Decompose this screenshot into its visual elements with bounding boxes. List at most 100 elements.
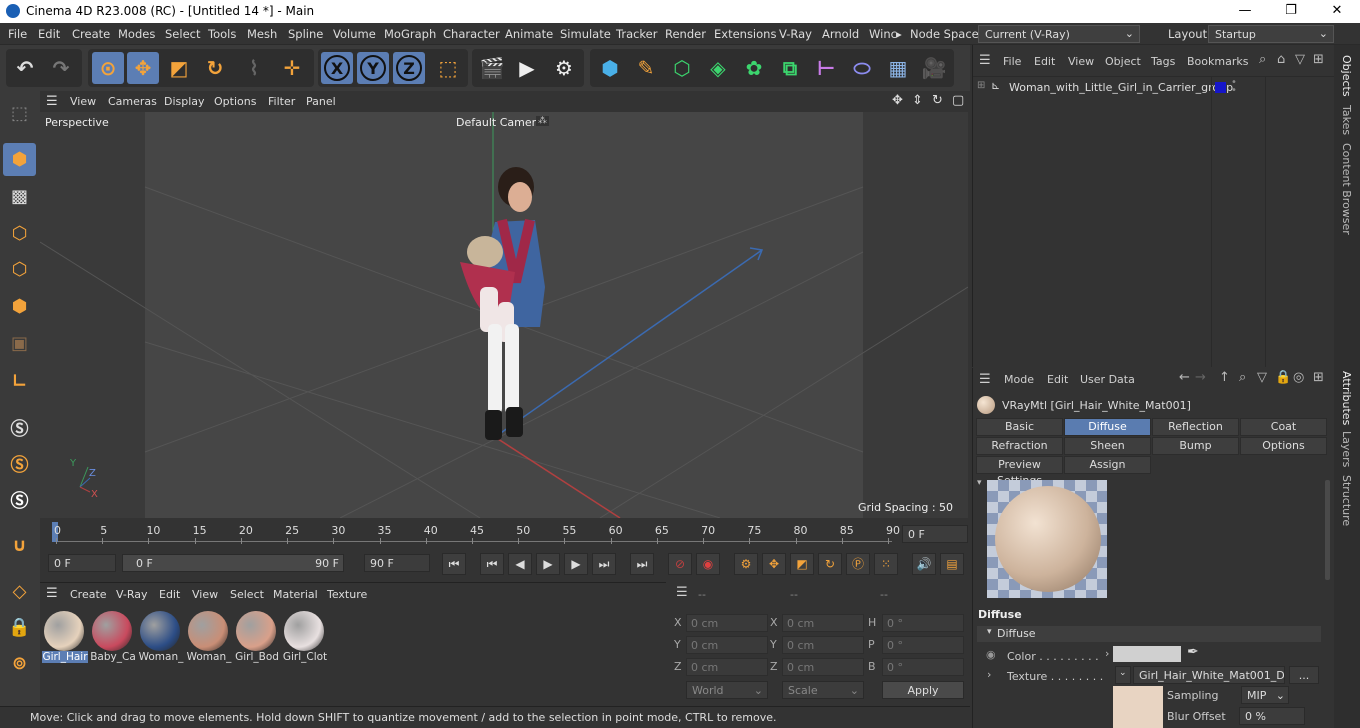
attr-menu-user-data[interactable]: User Data (1080, 373, 1135, 386)
viewport-menu-view[interactable]: View (70, 95, 96, 108)
menu-render[interactable]: Render (665, 27, 706, 41)
menu-select[interactable]: Select (165, 27, 200, 41)
redo-icon[interactable]: ↷ (45, 52, 77, 84)
coord-value-field[interactable]: 0 ° (882, 614, 964, 632)
select-tool-icon[interactable]: ⊙ (92, 52, 124, 84)
z-axis-lock-button[interactable]: Z (393, 52, 425, 84)
menu-mograph[interactable]: MoGraph (384, 27, 436, 41)
material-swatch[interactable]: Girl_Bod (234, 609, 279, 667)
attr-tab-sheen[interactable]: Sheen (1064, 437, 1151, 455)
attr-menu-mode[interactable]: Mode (1004, 373, 1034, 386)
coord-value-field[interactable]: 0 cm (686, 636, 768, 654)
layout-dropdown[interactable]: Startup ⌄ (1208, 25, 1334, 43)
menu-edit[interactable]: Edit (38, 27, 60, 41)
filter-icon[interactable]: ▽ (1257, 370, 1267, 385)
attr-menu-icon[interactable]: ☰ (979, 372, 991, 387)
snap-enable-icon[interactable]: Ⓢ (3, 483, 36, 516)
snap-settings-icon[interactable]: Ⓢ (3, 447, 36, 480)
material-swatch[interactable]: Girl_Clot (282, 609, 327, 667)
render-settings-icon[interactable]: ⚙ (548, 52, 580, 84)
color-keyframe-icon[interactable]: ◉ (986, 648, 996, 661)
new-window-icon[interactable]: ⊞ (1313, 370, 1324, 385)
viewport-menu-panel[interactable]: Panel (306, 95, 336, 108)
viewport-menu-icon[interactable]: ☰ (46, 94, 58, 109)
viewport-menu-options[interactable]: Options (214, 95, 256, 108)
menu-simulate[interactable]: Simulate (560, 27, 611, 41)
array-icon[interactable]: ⧉ (774, 52, 806, 84)
recent-tool-icon[interactable]: ⌇ (238, 52, 270, 84)
coord-mode-dropdown[interactable]: World ⌄ (686, 681, 768, 699)
tab-objects[interactable]: Objects (1340, 55, 1353, 97)
material-menu-view[interactable]: View (192, 588, 218, 601)
object-menu-object[interactable]: Object (1105, 55, 1141, 68)
up-arrow-icon[interactable]: ↑ (1219, 370, 1230, 385)
texture-field[interactable]: Girl_Hair_White_Mat001_Dif (1133, 666, 1285, 684)
play-icon[interactable]: ▶ (536, 553, 560, 575)
expand-icon[interactable]: ⊞ (977, 80, 985, 91)
viewport[interactable]: Perspective Default Camera ⁂ Y Z X Grid … (40, 112, 968, 518)
end-frame-field[interactable]: 90 F (364, 554, 430, 572)
menu-character[interactable]: Character (443, 27, 500, 41)
undo-icon[interactable]: ↶ (9, 52, 41, 84)
material-swatch[interactable]: Woman_ (186, 609, 231, 667)
current-frame-field[interactable]: 0 F (902, 525, 968, 543)
eyedropper-icon[interactable]: ✒ (1187, 644, 1199, 660)
coord-value-field[interactable]: 0 ° (882, 636, 964, 654)
y-axis-lock-button[interactable]: Y (357, 52, 389, 84)
key-rotation-icon[interactable]: ↻ (818, 553, 842, 575)
material-swatch[interactable]: Woman_ (138, 609, 183, 667)
render-view-icon[interactable]: 🎬 (476, 52, 508, 84)
attr-tab-preview-settings[interactable]: Preview Settings (976, 456, 1063, 487)
node-space-dropdown[interactable]: Current (V-Ray) ⌄ (978, 25, 1140, 43)
tab-takes[interactable]: Takes (1340, 105, 1353, 135)
start-frame-field[interactable]: 0 F (48, 554, 116, 572)
make-editable-icon[interactable]: ⬚ (3, 97, 36, 130)
attr-tab-diffuse[interactable]: Diffuse (1064, 418, 1151, 436)
coord-value-field[interactable]: 0 cm (686, 614, 768, 632)
new-window-icon[interactable]: ⊞ (1313, 52, 1324, 67)
material-menu-edit[interactable]: Edit (159, 588, 180, 601)
menu-tools[interactable]: Tools (208, 27, 236, 41)
coord-value-field[interactable]: 0 ° (882, 658, 964, 676)
tab-structure[interactable]: Structure (1340, 475, 1353, 526)
coord-value-field[interactable]: 0 cm (686, 658, 768, 676)
key-parameter-icon[interactable]: Ⓟ (846, 553, 870, 575)
layer-color-swatch[interactable] (1215, 82, 1226, 93)
viewport-menu-filter[interactable]: Filter (268, 95, 295, 108)
back-arrow-icon[interactable]: ← (1179, 370, 1190, 385)
polygons-mode-icon[interactable]: ⬢ (3, 290, 36, 323)
record-keys-icon[interactable]: ⊘ (668, 553, 692, 575)
object-row[interactable]: ⊞ ⊾ Woman_with_Little_Girl_in_Carrier_gr… (973, 77, 1335, 97)
pen-icon[interactable]: ✎ (630, 52, 662, 84)
apply-button[interactable]: Apply (882, 681, 964, 699)
pan-view-icon[interactable]: ✥ (892, 93, 903, 108)
tab-attributes[interactable]: Attributes (1340, 371, 1353, 425)
rotate-view-icon[interactable]: ↻ (932, 93, 943, 108)
color-swatch[interactable] (1113, 646, 1181, 662)
menu-file[interactable]: File (8, 27, 27, 41)
subdivision-icon[interactable]: ⬡ (666, 52, 698, 84)
close-button[interactable]: ✕ (1314, 0, 1360, 23)
rotate-tool-icon[interactable]: ↻ (199, 52, 231, 84)
attr-tab-reflection[interactable]: Reflection (1152, 418, 1239, 436)
texture-expand-icon[interactable]: › (987, 668, 991, 681)
timeline-ruler[interactable]: 0 5 10 15 20 25 30 35 40 45 50 55 60 65 70 75 80 85 90 0 F (40, 518, 968, 548)
menu-create[interactable]: Create (72, 27, 110, 41)
lock-workplane-icon[interactable]: 🔒 (3, 611, 36, 644)
material-menu-material[interactable]: Material (273, 588, 318, 601)
maximize-button[interactable]: ❐ (1268, 0, 1314, 23)
scale-tool-icon[interactable]: ◩ (163, 52, 195, 84)
render-picture-viewer-icon[interactable]: ▶ (511, 52, 543, 84)
cube-icon[interactable]: ⬢ (594, 52, 626, 84)
menu-overflow-icon[interactable]: ▸ (896, 27, 902, 41)
zoom-view-icon[interactable]: ⇕ (912, 93, 923, 108)
key-pla-icon[interactable]: ⁙ (874, 553, 898, 575)
home-icon[interactable]: ⌂ (1277, 52, 1285, 67)
coord-value-field[interactable]: 0 cm (782, 636, 864, 654)
menu-animate[interactable]: Animate (505, 27, 553, 41)
menu-vray[interactable]: V-Ray (779, 27, 812, 41)
autokey-icon[interactable]: ◉ (696, 553, 720, 575)
coord-scale-dropdown[interactable]: Scale ⌄ (782, 681, 864, 699)
prev-key-icon[interactable]: ⏮ (480, 553, 504, 575)
magnet-icon[interactable]: ∪ (3, 529, 36, 562)
